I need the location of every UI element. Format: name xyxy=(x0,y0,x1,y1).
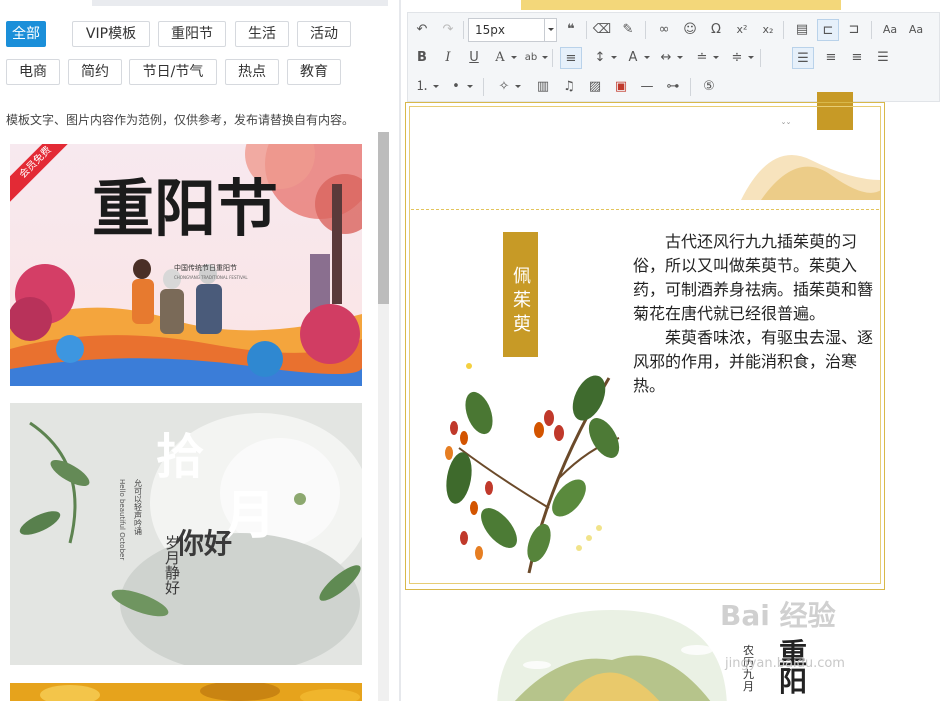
emoji-icon[interactable]: ☺ xyxy=(679,19,701,41)
top-strip xyxy=(92,0,388,6)
align-right-icon[interactable]: ≡ xyxy=(846,47,868,69)
align-left-icon[interactable]: ☰ xyxy=(792,47,814,69)
font-color-icon[interactable]: A xyxy=(489,47,517,69)
third-card-image xyxy=(10,683,362,701)
paste-icon[interactable]: ▤ xyxy=(791,19,813,41)
side-vertical-title: 佩茱萸 xyxy=(503,232,538,357)
editor-toolbar: ↶ ↷ 15px ❝ ⌫ ✎ ∞ ☺ Ω x² x₂ ▤ ⊏ ⊐ Aa Aa B… xyxy=(407,12,940,102)
bottom-landscape xyxy=(497,610,727,701)
ordered-list-icon[interactable]: ⒈ xyxy=(411,76,439,98)
category-tag-ecommerce[interactable]: 电商 xyxy=(6,59,60,85)
october-title-c: 你好 xyxy=(175,527,232,560)
doc-paragraph-block[interactable]: 古代还风行九九插茱萸的习俗，所以又叫做茱萸节。茱萸入药，可制酒养身祛病。插茱萸和… xyxy=(633,230,885,398)
font-size-value: 15px xyxy=(475,23,505,37)
category-tag-education[interactable]: 教育 xyxy=(287,59,341,85)
template-notice: 模板文字、图片内容作为范例，仅供参考，发布请替换自有内容。 xyxy=(6,113,355,127)
chongyang-illustration: 重阳节 中国传统节日重阳节 CHONGYANG TRADITIONAL FEST… xyxy=(10,144,362,386)
chongyang-title: 重阳节 xyxy=(92,172,278,245)
align-center-icon[interactable]: ≡ xyxy=(820,47,842,69)
doc-divider xyxy=(411,209,879,210)
october-poem: 允可以轻声吟诵 xyxy=(134,478,143,535)
indent-left-icon[interactable]: ⊏ xyxy=(817,19,839,41)
blockquote-icon[interactable]: ❝ xyxy=(560,19,582,41)
underline-icon[interactable]: U xyxy=(463,47,485,69)
template-card-october[interactable]: 拾 月 你好 岁月静好 允可以轻声吟诵 Hello beautiful Octo… xyxy=(10,403,362,665)
unordered-list-icon[interactable]: • xyxy=(445,76,473,98)
link-icon[interactable]: ∞ xyxy=(653,19,675,41)
eraser-icon[interactable]: ⌫ xyxy=(591,19,613,41)
category-tag-life[interactable]: 生活 xyxy=(235,21,289,47)
chongyang-subtitle: 中国传统节日重阳节 xyxy=(174,263,237,272)
october-illustration: 拾 月 你好 岁月静好 允可以轻声吟诵 Hello beautiful Octo… xyxy=(10,403,362,665)
font-size-select[interactable]: 15px xyxy=(468,18,557,42)
template-card-third[interactable] xyxy=(10,683,362,701)
category-tag-vip[interactable]: VIP模板 xyxy=(72,21,150,47)
template-scrollbar-thumb[interactable] xyxy=(378,132,389,304)
doc-paragraph-1[interactable]: 古代还风行九九插茱萸的习俗，所以又叫做茱萸节。茱萸入药，可制酒养身祛病。插茱萸和… xyxy=(633,230,885,326)
template-panel: 全部 VIP模板 重阳节 生活 活动 电商 简约 节日/节气 热点 教育 模板文… xyxy=(0,0,392,701)
doc-paragraph-2[interactable]: 茱萸香味浓，有驱虫去湿、逐风邪的作用，并能消积食，治寒热。 xyxy=(633,326,885,398)
font-case-icon[interactable]: Aa xyxy=(879,19,901,41)
align-justify-icon[interactable]: ☰ xyxy=(872,47,894,69)
template-card-chongyang[interactable]: 重阳节 中国传统节日重阳节 CHONGYANG TRADITIONAL FEST… xyxy=(10,144,362,386)
font-style-icon[interactable]: A xyxy=(622,47,650,69)
magic-wand-icon[interactable]: ✧ xyxy=(493,76,521,98)
category-tag-all[interactable]: 全部 xyxy=(6,21,46,47)
omega-icon[interactable]: Ω xyxy=(705,19,727,41)
paragraph-icon[interactable]: ≡ xyxy=(560,47,582,69)
cornel-plant-illustration xyxy=(439,358,629,578)
film-icon[interactable]: ▥ xyxy=(532,76,554,98)
category-tag-simple[interactable]: 简约 xyxy=(68,59,122,85)
bold-icon[interactable]: B xyxy=(411,47,433,69)
baidu-watermark: Bai 经验 xyxy=(720,599,836,632)
category-tag-hot[interactable]: 热点 xyxy=(225,59,279,85)
redo-icon[interactable]: ↷ xyxy=(437,19,459,41)
italic-icon[interactable]: I xyxy=(437,47,459,69)
paragraph-before-icon[interactable]: ≐ xyxy=(691,47,719,69)
indent-right-icon[interactable]: ⊐ xyxy=(843,19,865,41)
october-en: Hello beautiful October xyxy=(118,479,126,560)
format-painter-icon[interactable]: ✎ xyxy=(617,19,639,41)
html-source-icon[interactable]: ⑤ xyxy=(698,76,720,98)
october-tagline: 岁月静好 xyxy=(163,535,181,596)
letter-spacing-icon[interactable]: ↔ xyxy=(655,47,683,69)
category-tag-festival[interactable]: 节日/节气 xyxy=(129,59,217,85)
superscript-icon[interactable]: x² xyxy=(731,19,753,41)
category-tag-chongyang[interactable]: 重阳节 xyxy=(158,21,226,47)
doc-top-strip xyxy=(521,0,841,10)
chevron-down-icon xyxy=(544,19,556,41)
horizontal-rule-icon[interactable]: — xyxy=(636,76,658,98)
line-height-icon[interactable]: ↕ xyxy=(589,47,617,69)
undo-icon[interactable]: ↶ xyxy=(411,19,433,41)
font-case-alt-icon[interactable]: Aa xyxy=(905,19,927,41)
category-tag-event[interactable]: 活动 xyxy=(297,21,351,47)
editor-area: ↶ ↷ 15px ❝ ⌫ ✎ ∞ ☺ Ω x² x₂ ▤ ⊏ ⊐ Aa Aa B… xyxy=(401,0,940,701)
chongyang-subtitle-en: CHONGYANG TRADITIONAL FESTIVAL xyxy=(174,275,248,280)
baidu-watermark-url: jingyan.baidu.com xyxy=(725,656,845,671)
gallery-icon[interactable]: ▣ xyxy=(610,76,632,98)
paragraph-after-icon[interactable]: ≑ xyxy=(726,47,754,69)
subscript-icon[interactable]: x₂ xyxy=(757,19,779,41)
image-icon[interactable]: ▨ xyxy=(584,76,606,98)
october-title-a: 拾 xyxy=(156,429,204,485)
binoculars-icon[interactable]: ⊶ xyxy=(662,76,684,98)
highlight-icon[interactable]: ab xyxy=(520,47,548,69)
music-icon[interactable]: ♫ xyxy=(558,76,580,98)
